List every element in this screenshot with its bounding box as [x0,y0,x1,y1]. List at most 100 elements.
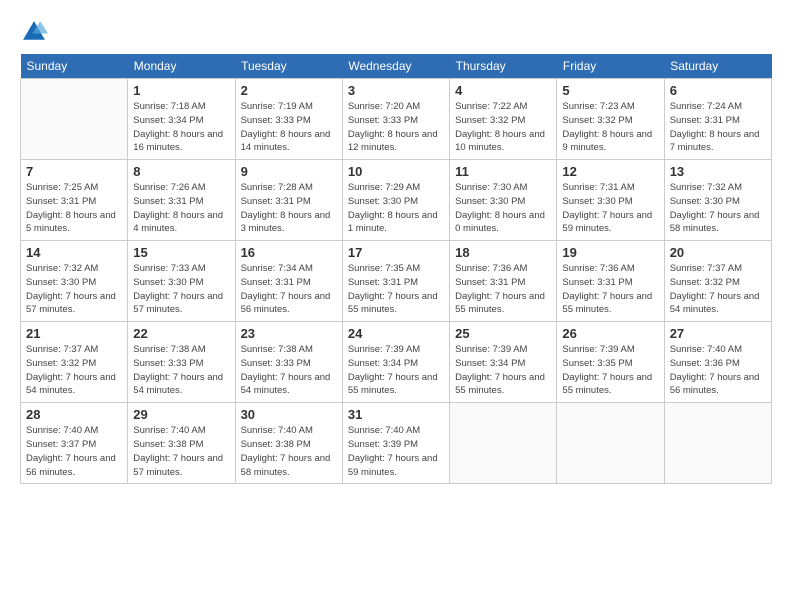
weekday-header-row: SundayMondayTuesdayWednesdayThursdayFrid… [21,54,772,79]
day-info: Sunrise: 7:33 AM Sunset: 3:30 PM Dayligh… [133,262,229,317]
day-info: Sunrise: 7:40 AM Sunset: 3:38 PM Dayligh… [133,424,229,479]
calendar-cell: 14 Sunrise: 7:32 AM Sunset: 3:30 PM Dayl… [21,241,128,322]
day-number: 30 [241,407,337,422]
weekday-header-thursday: Thursday [450,54,557,79]
day-number: 14 [26,245,122,260]
calendar-cell: 4 Sunrise: 7:22 AM Sunset: 3:32 PM Dayli… [450,79,557,160]
calendar-cell: 24 Sunrise: 7:39 AM Sunset: 3:34 PM Dayl… [342,322,449,403]
weekday-header-sunday: Sunday [21,54,128,79]
weekday-header-monday: Monday [128,54,235,79]
day-number: 5 [562,83,658,98]
day-number: 20 [670,245,766,260]
day-info: Sunrise: 7:37 AM Sunset: 3:32 PM Dayligh… [670,262,766,317]
day-info: Sunrise: 7:25 AM Sunset: 3:31 PM Dayligh… [26,181,122,236]
calendar-cell: 13 Sunrise: 7:32 AM Sunset: 3:30 PM Dayl… [664,160,771,241]
calendar-cell: 23 Sunrise: 7:38 AM Sunset: 3:33 PM Dayl… [235,322,342,403]
day-info: Sunrise: 7:18 AM Sunset: 3:34 PM Dayligh… [133,100,229,155]
day-info: Sunrise: 7:36 AM Sunset: 3:31 PM Dayligh… [455,262,551,317]
day-number: 29 [133,407,229,422]
calendar-week-row: 28 Sunrise: 7:40 AM Sunset: 3:37 PM Dayl… [21,403,772,484]
day-number: 23 [241,326,337,341]
day-number: 6 [670,83,766,98]
calendar-cell: 16 Sunrise: 7:34 AM Sunset: 3:31 PM Dayl… [235,241,342,322]
calendar-cell: 12 Sunrise: 7:31 AM Sunset: 3:30 PM Dayl… [557,160,664,241]
day-number: 18 [455,245,551,260]
calendar-cell: 30 Sunrise: 7:40 AM Sunset: 3:38 PM Dayl… [235,403,342,484]
calendar-cell: 6 Sunrise: 7:24 AM Sunset: 3:31 PM Dayli… [664,79,771,160]
day-info: Sunrise: 7:20 AM Sunset: 3:33 PM Dayligh… [348,100,444,155]
calendar-cell: 20 Sunrise: 7:37 AM Sunset: 3:32 PM Dayl… [664,241,771,322]
calendar-cell: 17 Sunrise: 7:35 AM Sunset: 3:31 PM Dayl… [342,241,449,322]
calendar-table: SundayMondayTuesdayWednesdayThursdayFrid… [20,54,772,484]
calendar-cell: 8 Sunrise: 7:26 AM Sunset: 3:31 PM Dayli… [128,160,235,241]
day-info: Sunrise: 7:39 AM Sunset: 3:35 PM Dayligh… [562,343,658,398]
calendar-cell: 19 Sunrise: 7:36 AM Sunset: 3:31 PM Dayl… [557,241,664,322]
calendar-cell: 29 Sunrise: 7:40 AM Sunset: 3:38 PM Dayl… [128,403,235,484]
day-number: 28 [26,407,122,422]
day-info: Sunrise: 7:32 AM Sunset: 3:30 PM Dayligh… [26,262,122,317]
day-info: Sunrise: 7:40 AM Sunset: 3:39 PM Dayligh… [348,424,444,479]
day-number: 25 [455,326,551,341]
day-info: Sunrise: 7:34 AM Sunset: 3:31 PM Dayligh… [241,262,337,317]
calendar-cell: 27 Sunrise: 7:40 AM Sunset: 3:36 PM Dayl… [664,322,771,403]
calendar-cell: 21 Sunrise: 7:37 AM Sunset: 3:32 PM Dayl… [21,322,128,403]
calendar-cell: 31 Sunrise: 7:40 AM Sunset: 3:39 PM Dayl… [342,403,449,484]
day-info: Sunrise: 7:39 AM Sunset: 3:34 PM Dayligh… [455,343,551,398]
calendar-cell [664,403,771,484]
calendar-cell: 18 Sunrise: 7:36 AM Sunset: 3:31 PM Dayl… [450,241,557,322]
calendar-cell: 28 Sunrise: 7:40 AM Sunset: 3:37 PM Dayl… [21,403,128,484]
day-number: 27 [670,326,766,341]
calendar-cell: 10 Sunrise: 7:29 AM Sunset: 3:30 PM Dayl… [342,160,449,241]
calendar-cell: 26 Sunrise: 7:39 AM Sunset: 3:35 PM Dayl… [557,322,664,403]
calendar-cell: 7 Sunrise: 7:25 AM Sunset: 3:31 PM Dayli… [21,160,128,241]
day-info: Sunrise: 7:31 AM Sunset: 3:30 PM Dayligh… [562,181,658,236]
calendar-cell: 5 Sunrise: 7:23 AM Sunset: 3:32 PM Dayli… [557,79,664,160]
calendar-cell: 15 Sunrise: 7:33 AM Sunset: 3:30 PM Dayl… [128,241,235,322]
day-number: 24 [348,326,444,341]
day-number: 4 [455,83,551,98]
day-info: Sunrise: 7:32 AM Sunset: 3:30 PM Dayligh… [670,181,766,236]
day-number: 16 [241,245,337,260]
day-info: Sunrise: 7:38 AM Sunset: 3:33 PM Dayligh… [133,343,229,398]
day-number: 3 [348,83,444,98]
day-info: Sunrise: 7:37 AM Sunset: 3:32 PM Dayligh… [26,343,122,398]
day-info: Sunrise: 7:26 AM Sunset: 3:31 PM Dayligh… [133,181,229,236]
day-number: 9 [241,164,337,179]
weekday-header-friday: Friday [557,54,664,79]
day-info: Sunrise: 7:40 AM Sunset: 3:37 PM Dayligh… [26,424,122,479]
day-info: Sunrise: 7:24 AM Sunset: 3:31 PM Dayligh… [670,100,766,155]
day-info: Sunrise: 7:35 AM Sunset: 3:31 PM Dayligh… [348,262,444,317]
day-info: Sunrise: 7:23 AM Sunset: 3:32 PM Dayligh… [562,100,658,155]
calendar-cell [557,403,664,484]
logo [20,18,52,46]
day-info: Sunrise: 7:22 AM Sunset: 3:32 PM Dayligh… [455,100,551,155]
day-number: 13 [670,164,766,179]
calendar-week-row: 21 Sunrise: 7:37 AM Sunset: 3:32 PM Dayl… [21,322,772,403]
day-number: 7 [26,164,122,179]
calendar-cell [21,79,128,160]
weekday-header-saturday: Saturday [664,54,771,79]
day-info: Sunrise: 7:28 AM Sunset: 3:31 PM Dayligh… [241,181,337,236]
day-info: Sunrise: 7:38 AM Sunset: 3:33 PM Dayligh… [241,343,337,398]
weekday-header-wednesday: Wednesday [342,54,449,79]
day-info: Sunrise: 7:30 AM Sunset: 3:30 PM Dayligh… [455,181,551,236]
weekday-header-tuesday: Tuesday [235,54,342,79]
calendar-cell: 1 Sunrise: 7:18 AM Sunset: 3:34 PM Dayli… [128,79,235,160]
day-info: Sunrise: 7:36 AM Sunset: 3:31 PM Dayligh… [562,262,658,317]
day-number: 10 [348,164,444,179]
day-number: 8 [133,164,229,179]
day-number: 12 [562,164,658,179]
day-number: 26 [562,326,658,341]
calendar-cell: 3 Sunrise: 7:20 AM Sunset: 3:33 PM Dayli… [342,79,449,160]
calendar-week-row: 1 Sunrise: 7:18 AM Sunset: 3:34 PM Dayli… [21,79,772,160]
calendar-cell: 11 Sunrise: 7:30 AM Sunset: 3:30 PM Dayl… [450,160,557,241]
day-number: 31 [348,407,444,422]
calendar-cell: 22 Sunrise: 7:38 AM Sunset: 3:33 PM Dayl… [128,322,235,403]
day-info: Sunrise: 7:39 AM Sunset: 3:34 PM Dayligh… [348,343,444,398]
day-number: 1 [133,83,229,98]
day-info: Sunrise: 7:19 AM Sunset: 3:33 PM Dayligh… [241,100,337,155]
day-info: Sunrise: 7:40 AM Sunset: 3:38 PM Dayligh… [241,424,337,479]
day-number: 15 [133,245,229,260]
calendar-cell: 9 Sunrise: 7:28 AM Sunset: 3:31 PM Dayli… [235,160,342,241]
calendar-week-row: 7 Sunrise: 7:25 AM Sunset: 3:31 PM Dayli… [21,160,772,241]
